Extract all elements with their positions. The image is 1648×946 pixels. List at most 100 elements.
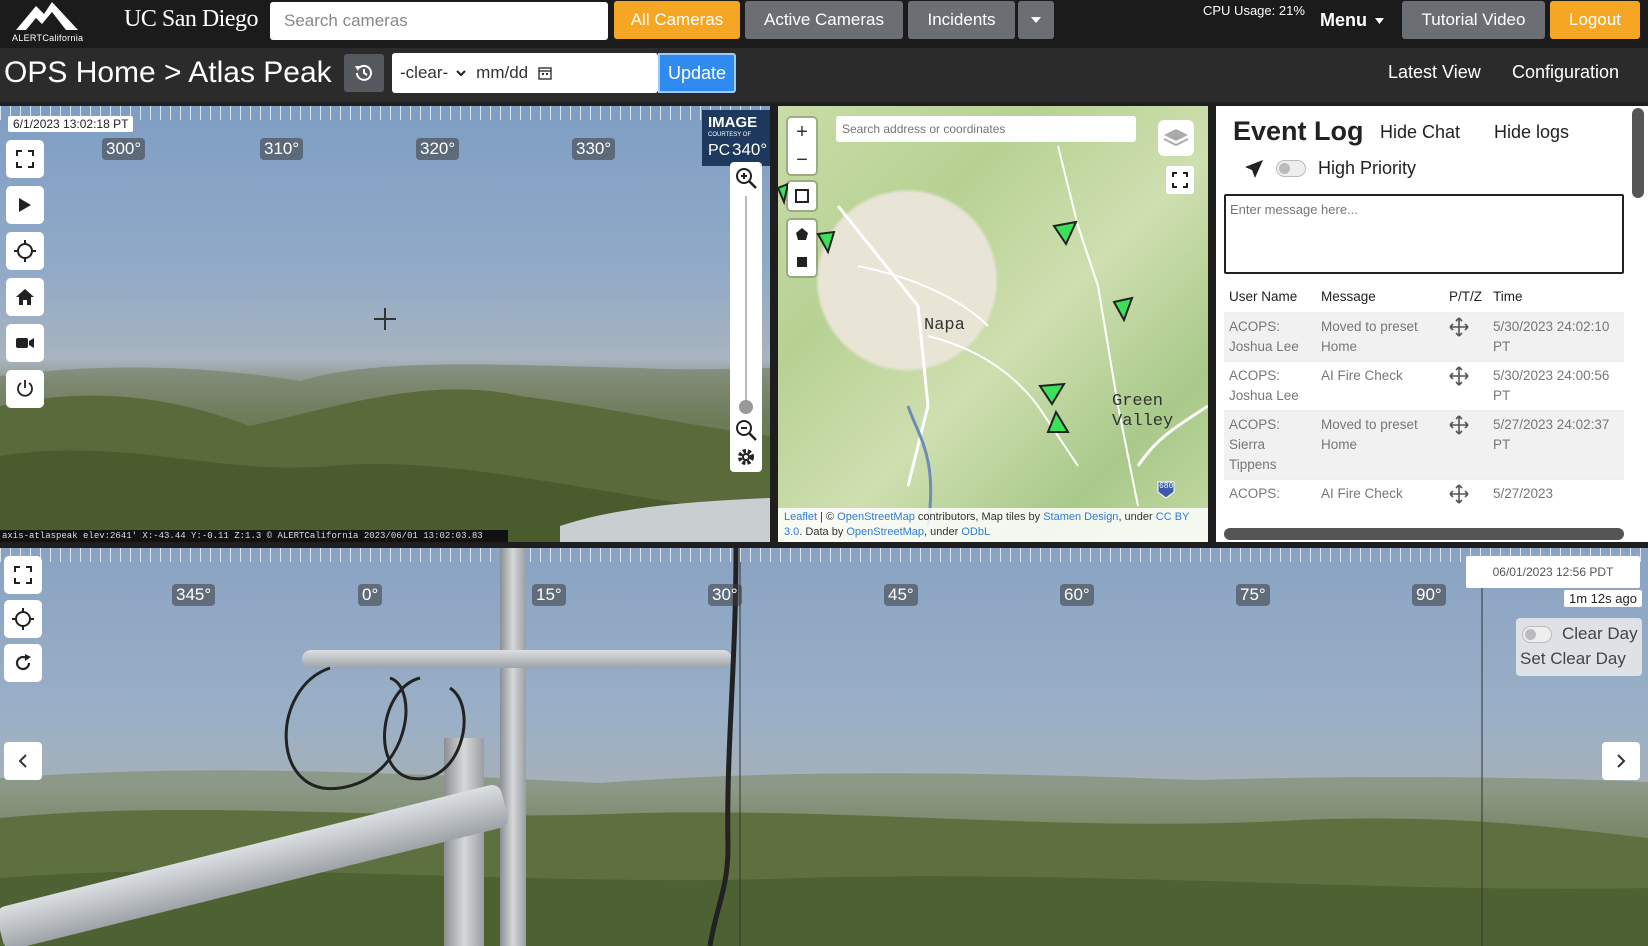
osm-link[interactable]: OpenStreetMap xyxy=(837,511,915,523)
zoom-out-icon[interactable] xyxy=(734,418,758,442)
sub-bar: OPS Home > Atlas Peak -clear- mm/dd Upda… xyxy=(0,48,1648,102)
log-message: Moved to preset Home xyxy=(1316,409,1444,479)
move-arrows-icon xyxy=(1449,414,1469,435)
map-zoom-out-button[interactable]: − xyxy=(788,146,816,174)
camera-marker[interactable] xyxy=(1112,296,1134,323)
calendar-icon[interactable] xyxy=(538,66,552,80)
alertcalifornia-logo[interactable]: ALERTCalifornia xyxy=(8,0,96,46)
azimuth-label: 320° xyxy=(416,138,460,160)
logout-button[interactable]: Logout xyxy=(1550,1,1640,39)
table-row[interactable]: ACOPS: Joshua Lee Moved to preset Home 5… xyxy=(1224,311,1624,361)
log-user: ACOPS: Sierra Tippens xyxy=(1224,409,1316,479)
log-time: 5/27/2023 xyxy=(1488,478,1624,514)
vertical-scrollbar[interactable] xyxy=(1632,108,1644,198)
all-cameras-button[interactable]: All Cameras xyxy=(614,1,740,39)
map-fullscreen-button[interactable] xyxy=(1166,166,1194,194)
clear-select[interactable]: -clear- xyxy=(400,63,466,83)
map-panel[interactable]: Napa Green Valley 680 + − Leaflet | © Op… xyxy=(778,106,1208,542)
gear-icon[interactable] xyxy=(735,446,757,468)
table-row[interactable]: ACOPS: AI Fire Check 5/27/2023 xyxy=(1224,478,1624,514)
ptz-cell[interactable] xyxy=(1444,478,1488,514)
menu-dropdown[interactable]: Menu xyxy=(1320,10,1384,31)
draw-rectangle-button[interactable] xyxy=(788,182,816,210)
camera-marker[interactable] xyxy=(778,182,790,206)
osm-link[interactable]: OpenStreetMap xyxy=(846,526,924,538)
log-user: ACOPS: Joshua Lee xyxy=(1224,360,1316,410)
horizontal-scrollbar[interactable] xyxy=(1224,528,1624,540)
play-button[interactable] xyxy=(6,186,44,224)
more-dropdown-button[interactable] xyxy=(1018,1,1054,39)
crosshair-icon xyxy=(12,608,34,630)
clear-day-toggle[interactable] xyxy=(1522,625,1552,643)
refresh-button[interactable] xyxy=(4,644,42,682)
send-icon[interactable] xyxy=(1244,159,1264,179)
zoom-track xyxy=(745,196,747,410)
map-zoom-in-button[interactable]: + xyxy=(788,118,816,146)
pentagon-icon xyxy=(796,228,808,240)
locate-button[interactable] xyxy=(6,232,44,270)
locate-button[interactable] xyxy=(4,600,42,638)
odbl-link[interactable]: ODbL xyxy=(961,526,990,538)
event-log-title: Event Log xyxy=(1233,116,1364,146)
high-priority-toggle[interactable] xyxy=(1276,160,1306,177)
table-header-row: User Name Message P/T/Z Time xyxy=(1224,282,1624,312)
ucsd-logo[interactable]: UC San Diego xyxy=(124,6,259,33)
incidents-button[interactable]: Incidents xyxy=(908,1,1015,39)
active-cameras-button[interactable]: Active Cameras xyxy=(745,1,903,39)
hide-chat-button[interactable]: Hide Chat xyxy=(1380,122,1460,143)
map-attribution: Leaflet | © OpenStreetMap contributors, … xyxy=(778,508,1208,542)
highway-label: 680 xyxy=(1159,482,1174,491)
stamen-link[interactable]: Stamen Design xyxy=(1043,511,1118,523)
home-icon xyxy=(16,289,34,305)
tutorial-video-button[interactable]: Tutorial Video xyxy=(1402,1,1545,39)
ptz-cell[interactable] xyxy=(1444,360,1488,410)
fullscreen-button[interactable] xyxy=(4,556,42,594)
breadcrumb[interactable]: OPS Home > Atlas Peak xyxy=(4,56,332,90)
camera-marker[interactable] xyxy=(1052,220,1078,247)
logo-text: ALERTCalifornia xyxy=(12,33,84,43)
camera-search-input[interactable] xyxy=(270,2,608,40)
camera-view-top[interactable]: 6/1/2023 13:02:18 PT 300° 310° 320° 330°… xyxy=(0,106,770,542)
set-clear-day-button[interactable]: Set Clear Day xyxy=(1520,649,1626,669)
update-button[interactable]: Update xyxy=(658,53,736,93)
menu-label: Menu xyxy=(1320,10,1367,30)
clear-day-row: Clear Day xyxy=(1522,624,1638,644)
fullscreen-button[interactable] xyxy=(6,140,44,178)
column-header: P/T/Z xyxy=(1449,289,1482,305)
clear-day-panel: Clear Day Set Clear Day xyxy=(1516,618,1642,676)
map-search-input[interactable] xyxy=(836,116,1136,142)
next-image-button[interactable] xyxy=(1602,742,1640,780)
date-input[interactable]: mm/dd xyxy=(476,63,528,83)
latest-view-link[interactable]: Latest View xyxy=(1388,62,1481,83)
zoom-in-icon[interactable] xyxy=(734,166,758,190)
camera-marker[interactable] xyxy=(1038,382,1066,406)
camera-marker[interactable] xyxy=(816,230,836,255)
map-layers-button[interactable] xyxy=(1158,120,1194,156)
ptz-cell[interactable] xyxy=(1444,409,1488,479)
move-arrows-icon xyxy=(1449,316,1469,337)
home-button[interactable] xyxy=(6,278,44,316)
record-video-button[interactable] xyxy=(6,324,44,362)
camera-view-bottom[interactable]: 345° 0° 15° 30° 45° 60° 75° 90° 06/01/20… xyxy=(0,548,1648,946)
hide-logs-button[interactable]: Hide logs xyxy=(1494,122,1569,143)
table-row[interactable]: ACOPS: Joshua Lee AI Fire Check 5/30/202… xyxy=(1224,360,1624,410)
zoom-handle[interactable] xyxy=(739,400,753,414)
power-icon xyxy=(17,380,33,397)
camera-marker[interactable] xyxy=(1046,409,1070,433)
leaflet-link[interactable]: Leaflet xyxy=(784,511,817,523)
move-arrows-icon xyxy=(1449,365,1469,386)
ptz-cell[interactable] xyxy=(1444,311,1488,361)
azimuth-label: 300° xyxy=(102,138,146,160)
previous-image-button[interactable] xyxy=(4,742,42,780)
layers-icon xyxy=(1163,129,1189,147)
configuration-link[interactable]: Configuration xyxy=(1512,62,1619,83)
chat-message-input[interactable] xyxy=(1224,194,1624,274)
zoom-slider[interactable] xyxy=(730,162,762,472)
draw-polygon-button[interactable] xyxy=(788,220,816,248)
draw-square-button[interactable] xyxy=(788,248,816,276)
history-button[interactable] xyxy=(344,54,384,92)
image-age: 1m 12s ago xyxy=(1564,590,1642,607)
badge-pc: PC xyxy=(708,142,731,159)
power-button[interactable] xyxy=(6,370,44,408)
table-row[interactable]: ACOPS: Sierra Tippens Moved to preset Ho… xyxy=(1224,409,1624,479)
